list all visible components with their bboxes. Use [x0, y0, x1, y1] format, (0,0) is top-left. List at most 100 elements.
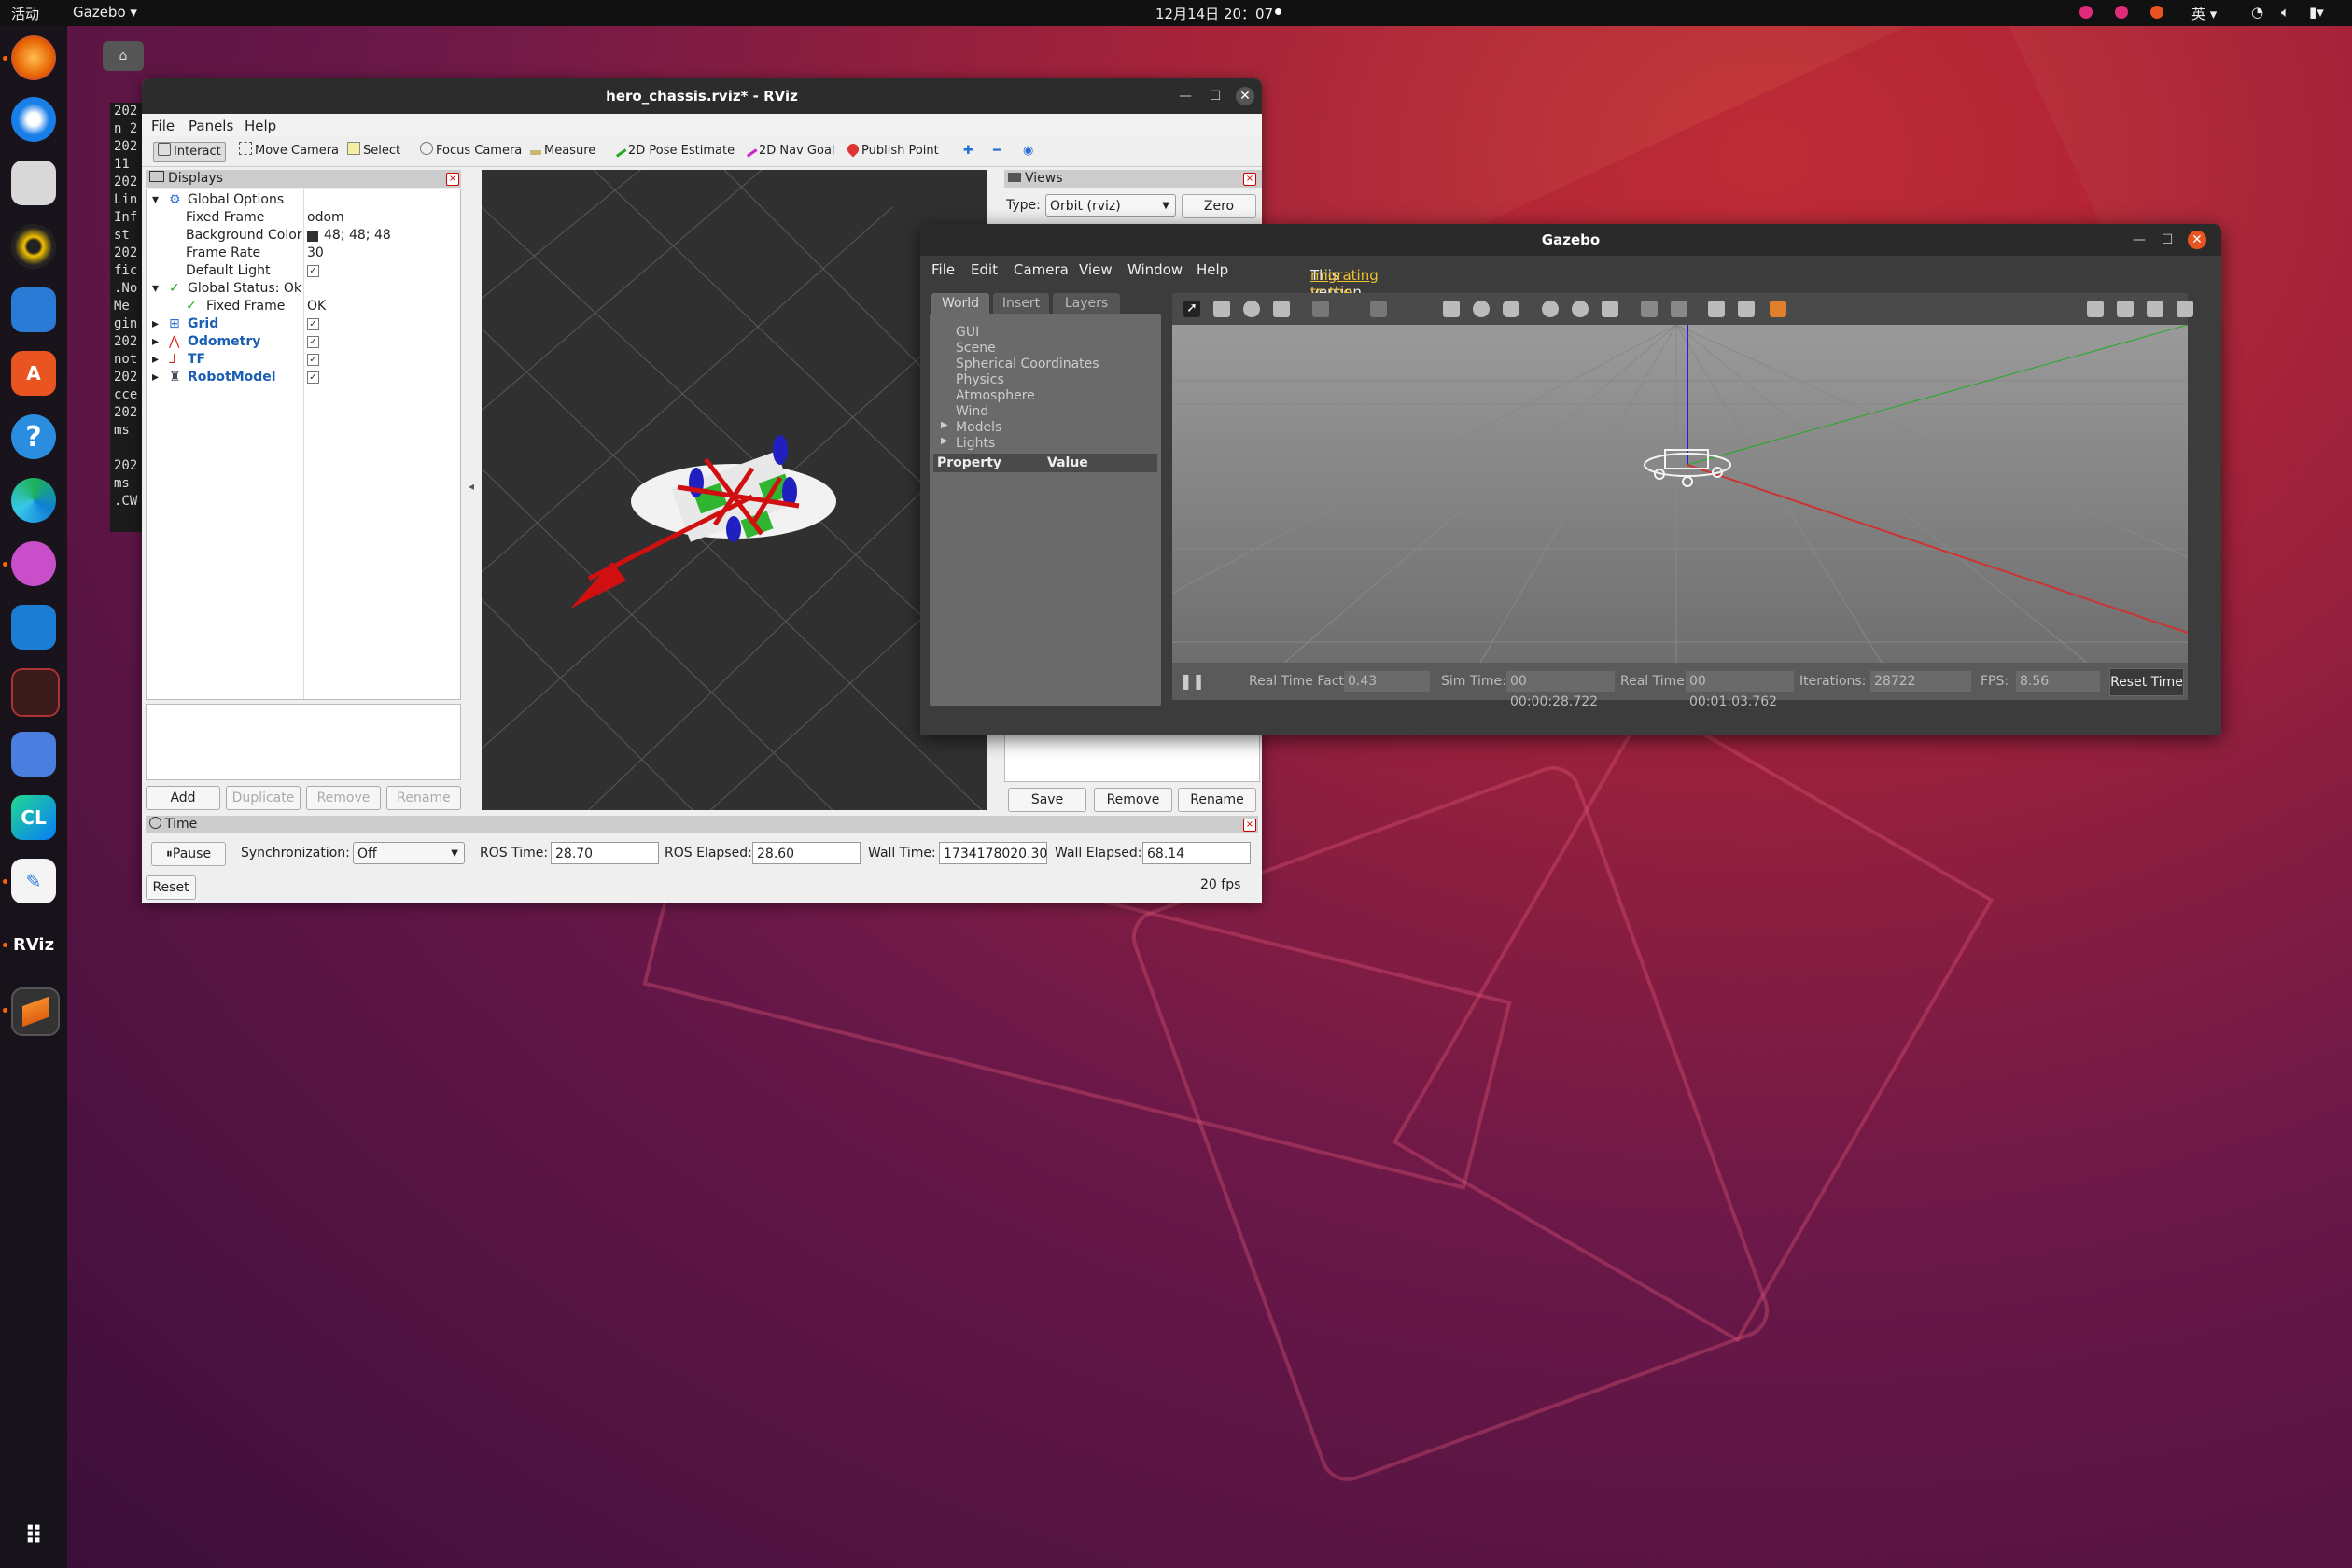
- time-close-icon[interactable]: ×: [1243, 819, 1256, 832]
- menu-help[interactable]: Help: [1197, 261, 1228, 278]
- menu-help[interactable]: Help: [245, 118, 276, 134]
- sphere-icon[interactable]: [1473, 301, 1490, 317]
- global-status-row[interactable]: ▾ ✓ Global Status: Ok: [147, 280, 460, 298]
- robot-model-row[interactable]: ▸ ♜ RobotModel ✓: [147, 369, 460, 386]
- move-camera-tool[interactable]: Move Camera: [235, 142, 343, 161]
- rename-view-button[interactable]: Rename: [1178, 788, 1256, 812]
- undo-icon[interactable]: [1312, 301, 1329, 317]
- redo-icon[interactable]: [1370, 301, 1387, 317]
- paste-icon[interactable]: [1671, 301, 1687, 317]
- text-editor-icon[interactable]: ✎: [11, 859, 56, 903]
- menu-panels[interactable]: Panels: [189, 118, 233, 134]
- align-icon[interactable]: [1708, 301, 1725, 317]
- clion-icon[interactable]: CL: [11, 795, 56, 840]
- ros-elapsed-field[interactable]: 28.60: [752, 842, 861, 864]
- minimize-button[interactable]: —: [1176, 87, 1195, 105]
- wall-elapsed-field[interactable]: 68.14: [1142, 842, 1251, 864]
- input-method[interactable]: 英 ▾: [2191, 4, 2217, 23]
- tab-insert[interactable]: Insert: [993, 293, 1049, 314]
- menu-file[interactable]: File: [151, 118, 175, 134]
- translate-icon[interactable]: [1213, 301, 1230, 317]
- menu-view[interactable]: View: [1079, 261, 1113, 278]
- default-light-checkbox[interactable]: ✓: [307, 265, 319, 277]
- world-item-lights[interactable]: ▶ Lights: [941, 436, 995, 451]
- ros-time-field[interactable]: 28.70: [551, 842, 659, 864]
- rename-display-button[interactable]: Rename: [386, 786, 461, 810]
- wifi-icon[interactable]: ◔: [2251, 4, 2263, 21]
- activities-button[interactable]: 活动: [11, 4, 39, 23]
- app-menu[interactable]: Gazebo ▾: [73, 4, 137, 21]
- views-close-icon[interactable]: ×: [1243, 173, 1256, 186]
- world-item-scene[interactable]: Scene: [956, 341, 996, 356]
- battery-icon[interactable]: ▮▾: [2309, 4, 2324, 21]
- reset-time-button[interactable]: Reset Time: [2109, 668, 2184, 696]
- displays-close-icon[interactable]: ×: [446, 173, 459, 186]
- close-button[interactable]: ✕: [1236, 87, 1254, 105]
- pause-button[interactable]: ⏸︎Pause: [151, 842, 226, 866]
- close-button[interactable]: ✕: [2188, 231, 2206, 249]
- spot-light-icon[interactable]: [1572, 301, 1589, 317]
- global-options-row[interactable]: ▾ ⚙ Global Options: [147, 191, 460, 209]
- screenshot-icon[interactable]: [11, 732, 56, 777]
- home-button[interactable]: ⌂: [103, 41, 144, 71]
- saved-views-list[interactable]: [1004, 732, 1260, 782]
- color-swatch[interactable]: [307, 231, 318, 242]
- publish-point-tool[interactable]: Publish Point: [844, 141, 943, 161]
- tab-layers[interactable]: Layers: [1053, 293, 1120, 314]
- rotate-icon[interactable]: [1243, 301, 1260, 317]
- maximize-button[interactable]: ☐: [2158, 231, 2177, 249]
- help-icon[interactable]: ?: [11, 414, 56, 459]
- pose-estimate-tool[interactable]: 2D Pose Estimate: [610, 142, 738, 161]
- rviz-3d-viewport[interactable]: [482, 170, 987, 810]
- menu-edit[interactable]: Edit: [971, 261, 998, 278]
- tab-world[interactable]: World: [931, 293, 989, 314]
- world-item-atmosphere[interactable]: Atmosphere: [956, 388, 1035, 403]
- point-light-icon[interactable]: [1542, 301, 1559, 317]
- tf-checkbox[interactable]: ✓: [307, 354, 319, 366]
- grid-row[interactable]: ▸ ⊞ Grid ✓: [147, 315, 460, 333]
- save-view-button[interactable]: Save: [1008, 788, 1086, 812]
- displays-tree[interactable]: ▾ ⚙ Global Options Fixed Frame odom Backgro…: [146, 189, 461, 700]
- splitter-handle[interactable]: ◂: [469, 480, 474, 493]
- frame-rate-row[interactable]: Frame Rate 30: [147, 245, 460, 262]
- expand-icon[interactable]: ▾: [152, 191, 159, 209]
- menu-window[interactable]: Window: [1127, 261, 1183, 278]
- expand-icon[interactable]: ▶: [941, 420, 948, 430]
- select-tool[interactable]: Select: [343, 142, 404, 161]
- collapse-icon[interactable]: ▸: [152, 315, 159, 333]
- view-type-select[interactable]: Orbit (rviz) ▼: [1045, 194, 1176, 217]
- add-tool-icon[interactable]: ✚: [959, 142, 977, 161]
- focus-camera-tool[interactable]: Focus Camera: [416, 142, 525, 161]
- snap-icon[interactable]: [1738, 301, 1755, 317]
- plot-icon[interactable]: [2147, 301, 2163, 317]
- reset-button[interactable]: Reset: [146, 875, 196, 900]
- gazebo-icon[interactable]: [11, 987, 60, 1036]
- expand-icon[interactable]: ▾: [152, 280, 159, 298]
- tray-app-icon[interactable]: [2079, 6, 2093, 19]
- edge-icon[interactable]: [11, 478, 56, 523]
- software-icon[interactable]: A: [11, 351, 56, 396]
- sync-select[interactable]: Off ▼: [353, 842, 465, 864]
- measure-tool[interactable]: Measure: [526, 142, 599, 161]
- background-color-row[interactable]: Background Color 48; 48; 48: [147, 227, 460, 245]
- duplicate-display-button[interactable]: Duplicate: [226, 786, 301, 810]
- cat-app-icon[interactable]: [11, 541, 56, 586]
- default-light-row[interactable]: Default Light ✓: [147, 262, 460, 280]
- world-item-gui[interactable]: GUI: [956, 325, 979, 340]
- app-grid-icon[interactable]: ⠿: [11, 1514, 56, 1559]
- view-angle-icon[interactable]: [1770, 301, 1786, 317]
- writer-icon[interactable]: [11, 287, 56, 332]
- world-item-wind[interactable]: Wind: [956, 404, 988, 419]
- rviz-icon[interactable]: RViz: [11, 922, 56, 967]
- box-icon[interactable]: [1443, 301, 1460, 317]
- add-display-button[interactable]: Add: [146, 786, 220, 810]
- collapse-icon[interactable]: ▸: [152, 369, 159, 386]
- nav-goal-tool[interactable]: 2D Nav Goal: [741, 142, 839, 161]
- menu-camera[interactable]: Camera: [1014, 261, 1069, 278]
- wall-time-field[interactable]: 1734178020.30: [939, 842, 1047, 864]
- volume-icon[interactable]: 🔈︎: [2281, 4, 2289, 21]
- firefox-icon[interactable]: [11, 35, 56, 80]
- files-icon[interactable]: [11, 161, 56, 205]
- remove-display-button[interactable]: Remove: [306, 786, 381, 810]
- vscode-icon[interactable]: [11, 605, 56, 650]
